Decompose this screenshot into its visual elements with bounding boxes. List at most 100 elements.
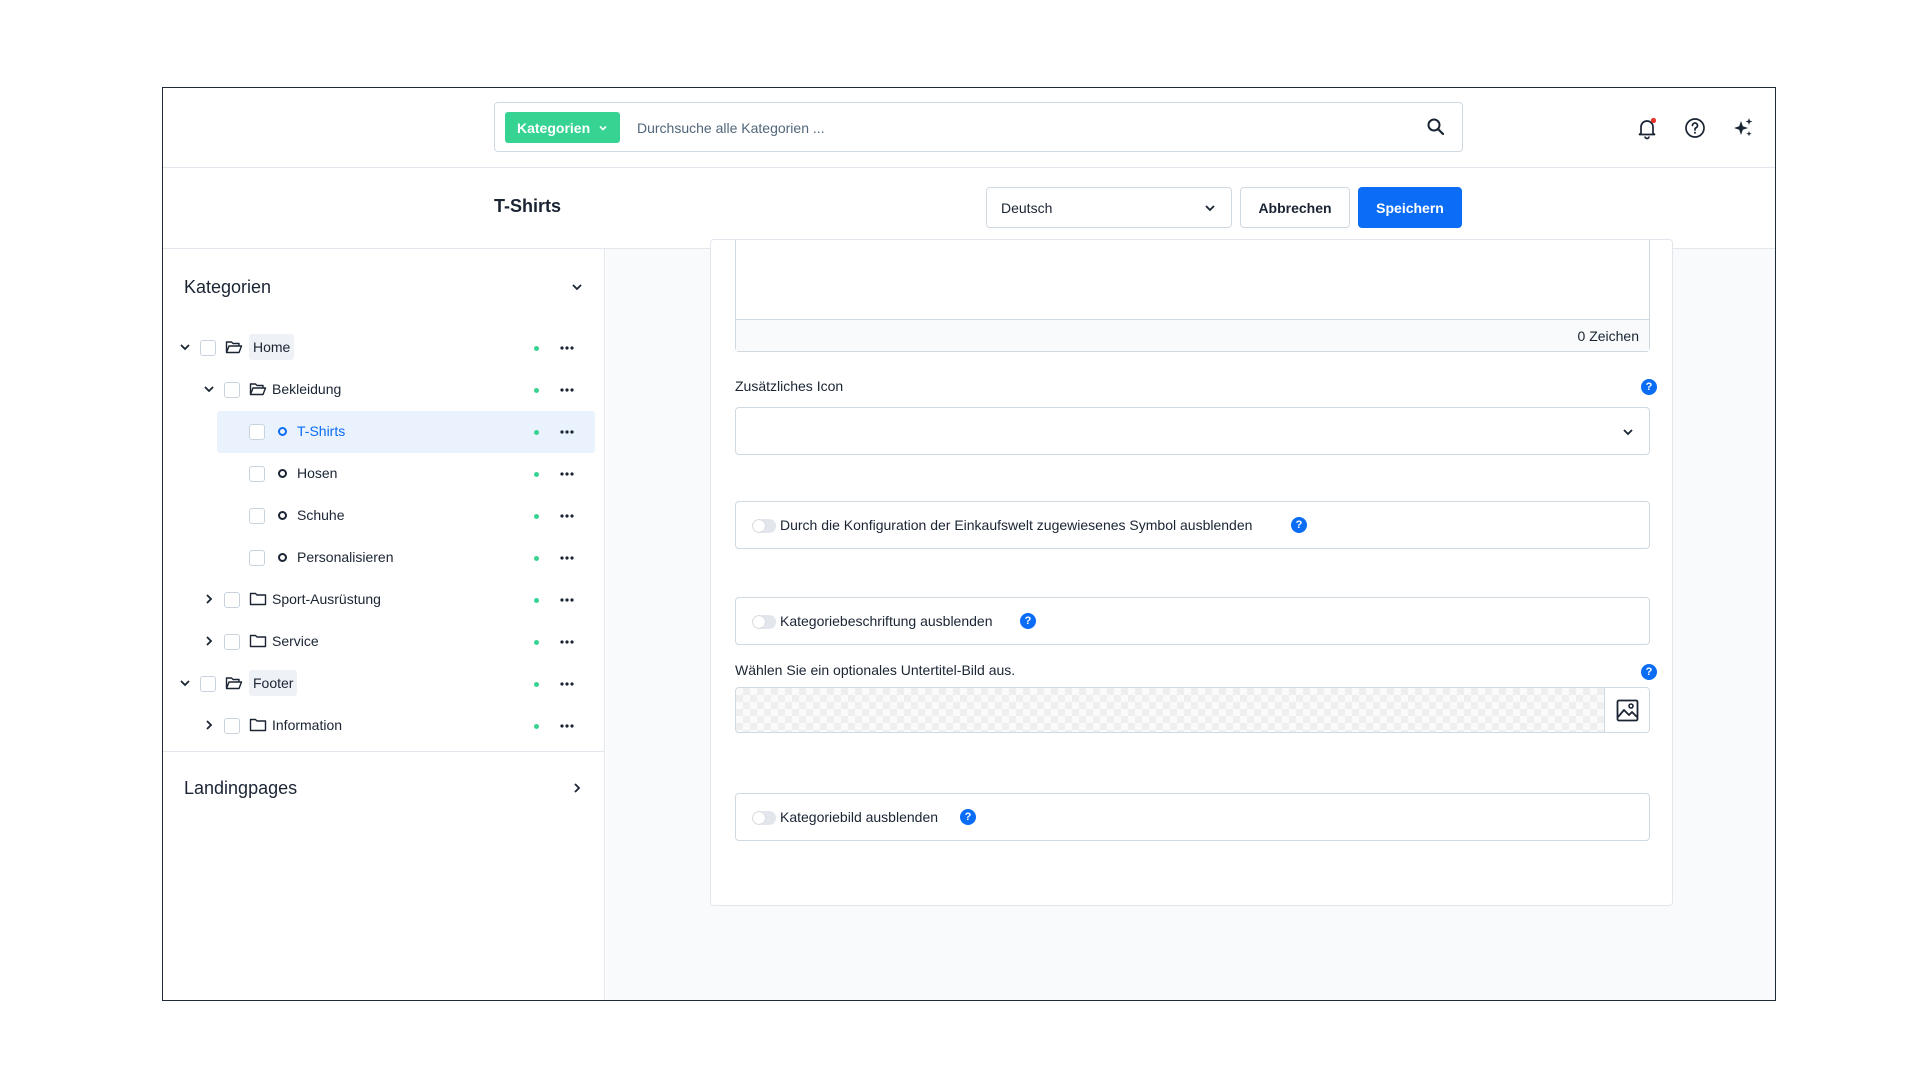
tree-item-label[interactable]: Footer [249,670,298,696]
tree-item-schuhe[interactable]: Schuhe [163,495,605,537]
chevron-right-icon[interactable] [202,718,216,732]
search-type-dropdown[interactable]: Kategorien [505,112,621,143]
search-input[interactable] [637,115,1397,141]
hide-symbol-field: Durch die Konfiguration der Einkaufswelt… [735,501,1650,549]
tree-item-label[interactable]: Schuhe [297,507,344,523]
hide-caption-toggle[interactable] [752,615,776,629]
tree-checkbox[interactable] [249,424,265,440]
tree-checkbox[interactable] [224,634,240,650]
leaf-node-icon [278,427,287,436]
help-icon[interactable]: ? [960,809,976,825]
tree-checkbox[interactable] [224,382,240,398]
search-type-label: Kategorien [517,119,591,136]
tree-item-bekleidung[interactable]: Bekleidung [163,369,605,411]
description-textarea[interactable]: 0 Zeichen [735,240,1650,352]
hide-image-toggle[interactable] [752,811,776,825]
status-dot [534,472,539,477]
main-content: 0 Zeichen Zusätzliches Icon ? Durch die … [606,239,1775,1000]
more-options-icon[interactable] [558,466,576,482]
more-options-icon[interactable] [558,508,576,524]
tree-item-t-shirts[interactable]: T-Shirts [163,411,605,453]
tree-item-sport-ausruestung[interactable]: Sport-Ausrüstung [163,579,605,621]
subtitle-image-picker[interactable] [735,687,1650,733]
tree-item-footer[interactable]: Footer [163,663,605,705]
hide-image-label: Kategoriebild ausblenden [780,809,939,825]
tree-item-hosen[interactable]: Hosen [163,453,605,495]
tree-checkbox[interactable] [249,550,265,566]
status-dot [534,388,539,393]
chevron-down-icon [1205,204,1215,211]
additional-icon-label: Zusätzliches Icon [735,378,844,394]
help-circle-icon[interactable] [1683,116,1707,140]
more-options-icon[interactable] [558,382,576,398]
leaf-node-icon [278,511,287,520]
hide-symbol-label: Durch die Konfiguration der Einkaufswelt… [780,517,1253,533]
folder-open-icon [225,677,243,690]
chevron-down-icon [599,125,607,131]
subtitle-image-label: Wählen Sie ein optionales Untertitel-Bil… [735,662,1016,678]
tree-item-service[interactable]: Service [163,621,605,663]
chevron-down-icon [572,284,582,291]
global-search: Kategorien [494,102,1463,152]
image-select-button[interactable] [1604,688,1649,732]
categories-section-toggle[interactable]: Kategorien [184,273,584,301]
language-select[interactable]: Deutsch [986,187,1232,228]
more-options-icon[interactable] [558,550,576,566]
tree-checkbox[interactable] [249,508,265,524]
chevron-down-icon[interactable] [178,676,192,690]
tree-item-label[interactable]: Service [272,633,319,649]
more-options-icon[interactable] [558,424,576,440]
help-icon[interactable]: ? [1641,379,1657,395]
tree-item-personalisieren[interactable]: Personalisieren [163,537,605,579]
status-dot [534,514,539,519]
tree-item-label[interactable]: T-Shirts [297,423,345,439]
more-options-icon[interactable] [558,634,576,650]
chevron-down-icon[interactable] [202,382,216,396]
chevron-right-icon[interactable] [202,634,216,648]
sparkles-icon[interactable] [1731,116,1755,140]
chevron-down-icon [1623,429,1633,436]
tree-checkbox[interactable] [224,592,240,608]
cancel-button[interactable]: Abbrechen [1240,187,1350,228]
tree-checkbox[interactable] [224,718,240,734]
app-window: Kategorien T-Shirts Deutsch Abb [162,87,1776,1001]
tree-checkbox[interactable] [249,466,265,482]
tree-item-label[interactable]: Personalisieren [297,549,394,565]
top-bar: Kategorien [163,88,1775,168]
bell-icon[interactable] [1635,116,1659,140]
status-dot [534,598,539,603]
save-button[interactable]: Speichern [1358,187,1462,228]
tree-checkbox[interactable] [200,676,216,692]
more-options-icon[interactable] [558,592,576,608]
folder-icon [249,718,267,732]
additional-icon-select[interactable] [735,407,1650,455]
tree-item-information[interactable]: Information [163,705,605,747]
help-icon[interactable]: ? [1291,517,1307,533]
status-dot [534,682,539,687]
tree-item-label[interactable]: Home [249,334,295,360]
hide-image-field: Kategoriebild ausblenden ? [735,793,1650,841]
tree-checkbox[interactable] [200,340,216,356]
leaf-node-icon [278,469,287,478]
status-dot [534,556,539,561]
categories-section-title: Kategorien [184,276,272,297]
hide-caption-label: Kategoriebeschriftung ausblenden [780,613,993,629]
folder-icon [249,634,267,648]
landingpages-section-toggle[interactable]: Landingpages [184,774,584,802]
help-icon[interactable]: ? [1641,664,1657,680]
tree-item-home[interactable]: Home [163,327,605,369]
more-options-icon[interactable] [558,718,576,734]
chevron-down-icon[interactable] [178,340,192,354]
more-options-icon[interactable] [558,676,576,692]
char-counter: 0 Zeichen [736,319,1649,351]
chevron-right-icon[interactable] [202,592,216,606]
tree-item-label[interactable]: Sport-Ausrüstung [272,591,381,607]
tree-item-label[interactable]: Bekleidung [272,381,341,397]
hide-symbol-toggle[interactable] [752,519,776,533]
tree-item-label[interactable]: Hosen [297,465,337,481]
more-options-icon[interactable] [558,340,576,356]
search-icon[interactable] [1426,117,1446,137]
status-dot [534,346,539,351]
help-icon[interactable]: ? [1020,613,1036,629]
tree-item-label[interactable]: Information [272,717,342,733]
